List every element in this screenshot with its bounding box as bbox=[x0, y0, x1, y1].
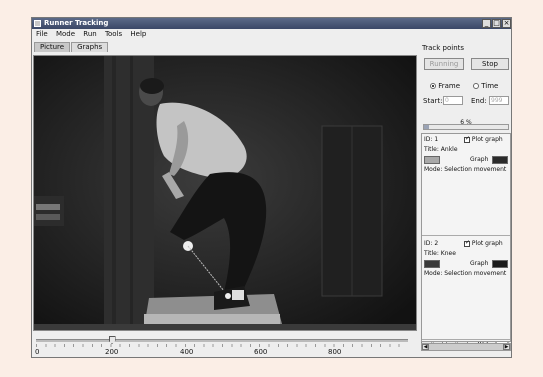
frame-radio-label: Frame bbox=[438, 82, 461, 90]
point-title: Title: Knee bbox=[424, 250, 456, 257]
stop-button[interactable]: Stop bbox=[471, 58, 509, 70]
menu-bar: File Mode Run Tools Help bbox=[32, 29, 511, 39]
start-label: Start: bbox=[423, 97, 443, 105]
video-frame[interactable] bbox=[33, 55, 417, 331]
point-color-swatch[interactable] bbox=[424, 260, 440, 268]
plot-graph-checkbox[interactable]: Plot graph bbox=[464, 239, 503, 247]
point-id: ID: 1 bbox=[424, 136, 439, 143]
frame-radio[interactable]: Frame bbox=[430, 82, 460, 90]
graph-label: Graph bbox=[470, 260, 489, 267]
time-radio-indicator[interactable] bbox=[473, 83, 479, 89]
point-color-swatch[interactable] bbox=[424, 156, 440, 164]
point-mode: Mode: Selection movement bbox=[424, 166, 507, 173]
frame-radio-indicator[interactable] bbox=[430, 83, 436, 89]
close-button[interactable]: × bbox=[502, 19, 511, 28]
panel-title: Track points bbox=[422, 44, 465, 52]
title-bar[interactable]: Runner Tracking _ □ × bbox=[32, 18, 511, 29]
plot-graph-label: Plot graph bbox=[471, 240, 503, 247]
app-icon bbox=[34, 20, 41, 27]
time-radio-label: Time bbox=[481, 82, 499, 90]
plot-graph-checkbox[interactable]: Plot graph bbox=[464, 135, 503, 143]
tab-picture[interactable]: Picture bbox=[34, 42, 71, 52]
video-frame-image bbox=[34, 56, 416, 330]
menu-file[interactable]: File bbox=[36, 30, 48, 38]
plot-graph-check[interactable] bbox=[464, 239, 470, 247]
maximize-button[interactable]: □ bbox=[492, 19, 501, 28]
graph-color-swatch[interactable] bbox=[492, 260, 508, 268]
tick-label: 600 bbox=[254, 348, 268, 356]
tab-graphs[interactable]: Graphs bbox=[71, 42, 109, 52]
running-button[interactable]: Running bbox=[424, 58, 464, 70]
scroll-right-arrow-icon[interactable]: ▶ bbox=[503, 344, 510, 350]
frame-slider[interactable] bbox=[36, 336, 408, 347]
window-title: Runner Tracking bbox=[44, 19, 109, 27]
graph-label: Graph bbox=[470, 156, 489, 163]
point-mode: Mode: Selection movement bbox=[424, 270, 507, 277]
end-field[interactable]: 999 bbox=[489, 96, 509, 105]
scroll-left-arrow-icon[interactable]: ◀ bbox=[422, 344, 429, 350]
point-card[interactable]: ID: 1 Plot graph Title: Ankle Graph Mode… bbox=[422, 134, 510, 236]
menu-tools[interactable]: Tools bbox=[105, 30, 122, 38]
point-card[interactable]: ID: 2 Plot graph Title: Knee Graph Mode:… bbox=[422, 238, 510, 340]
progress-percent: 6 % bbox=[460, 119, 472, 126]
menu-help[interactable]: Help bbox=[130, 30, 146, 38]
menu-mode[interactable]: Mode bbox=[56, 30, 75, 38]
slider-ticks bbox=[36, 344, 408, 347]
horizontal-scrollbar[interactable]: ◀ ▶ bbox=[421, 343, 511, 351]
plot-graph-check[interactable] bbox=[464, 135, 470, 143]
tick-label: 800 bbox=[328, 348, 342, 356]
plot-graph-label: Plot graph bbox=[471, 136, 503, 143]
slider-track bbox=[36, 339, 408, 342]
tick-label: 400 bbox=[180, 348, 194, 356]
tick-label: 200 bbox=[105, 348, 119, 356]
view-tabs: Picture Graphs bbox=[34, 42, 109, 52]
slider-thumb[interactable] bbox=[108, 336, 116, 344]
tick-label: 0 bbox=[35, 348, 40, 356]
graph-color-swatch[interactable] bbox=[492, 156, 508, 164]
end-label: End: bbox=[471, 97, 487, 105]
app-window: Runner Tracking _ □ × File Mode Run Tool… bbox=[31, 17, 512, 358]
menu-run[interactable]: Run bbox=[83, 30, 96, 38]
point-title: Title: Ankle bbox=[424, 146, 458, 153]
minimize-button[interactable]: _ bbox=[482, 19, 491, 28]
points-list[interactable]: ID: 1 Plot graph Title: Ankle Graph Mode… bbox=[421, 133, 511, 342]
point-id: ID: 2 bbox=[424, 240, 439, 247]
start-field[interactable]: 0 bbox=[443, 96, 463, 105]
track-points-panel: Track points Running Stop Frame Time Sta… bbox=[420, 43, 512, 351]
time-radio[interactable]: Time bbox=[473, 82, 498, 90]
